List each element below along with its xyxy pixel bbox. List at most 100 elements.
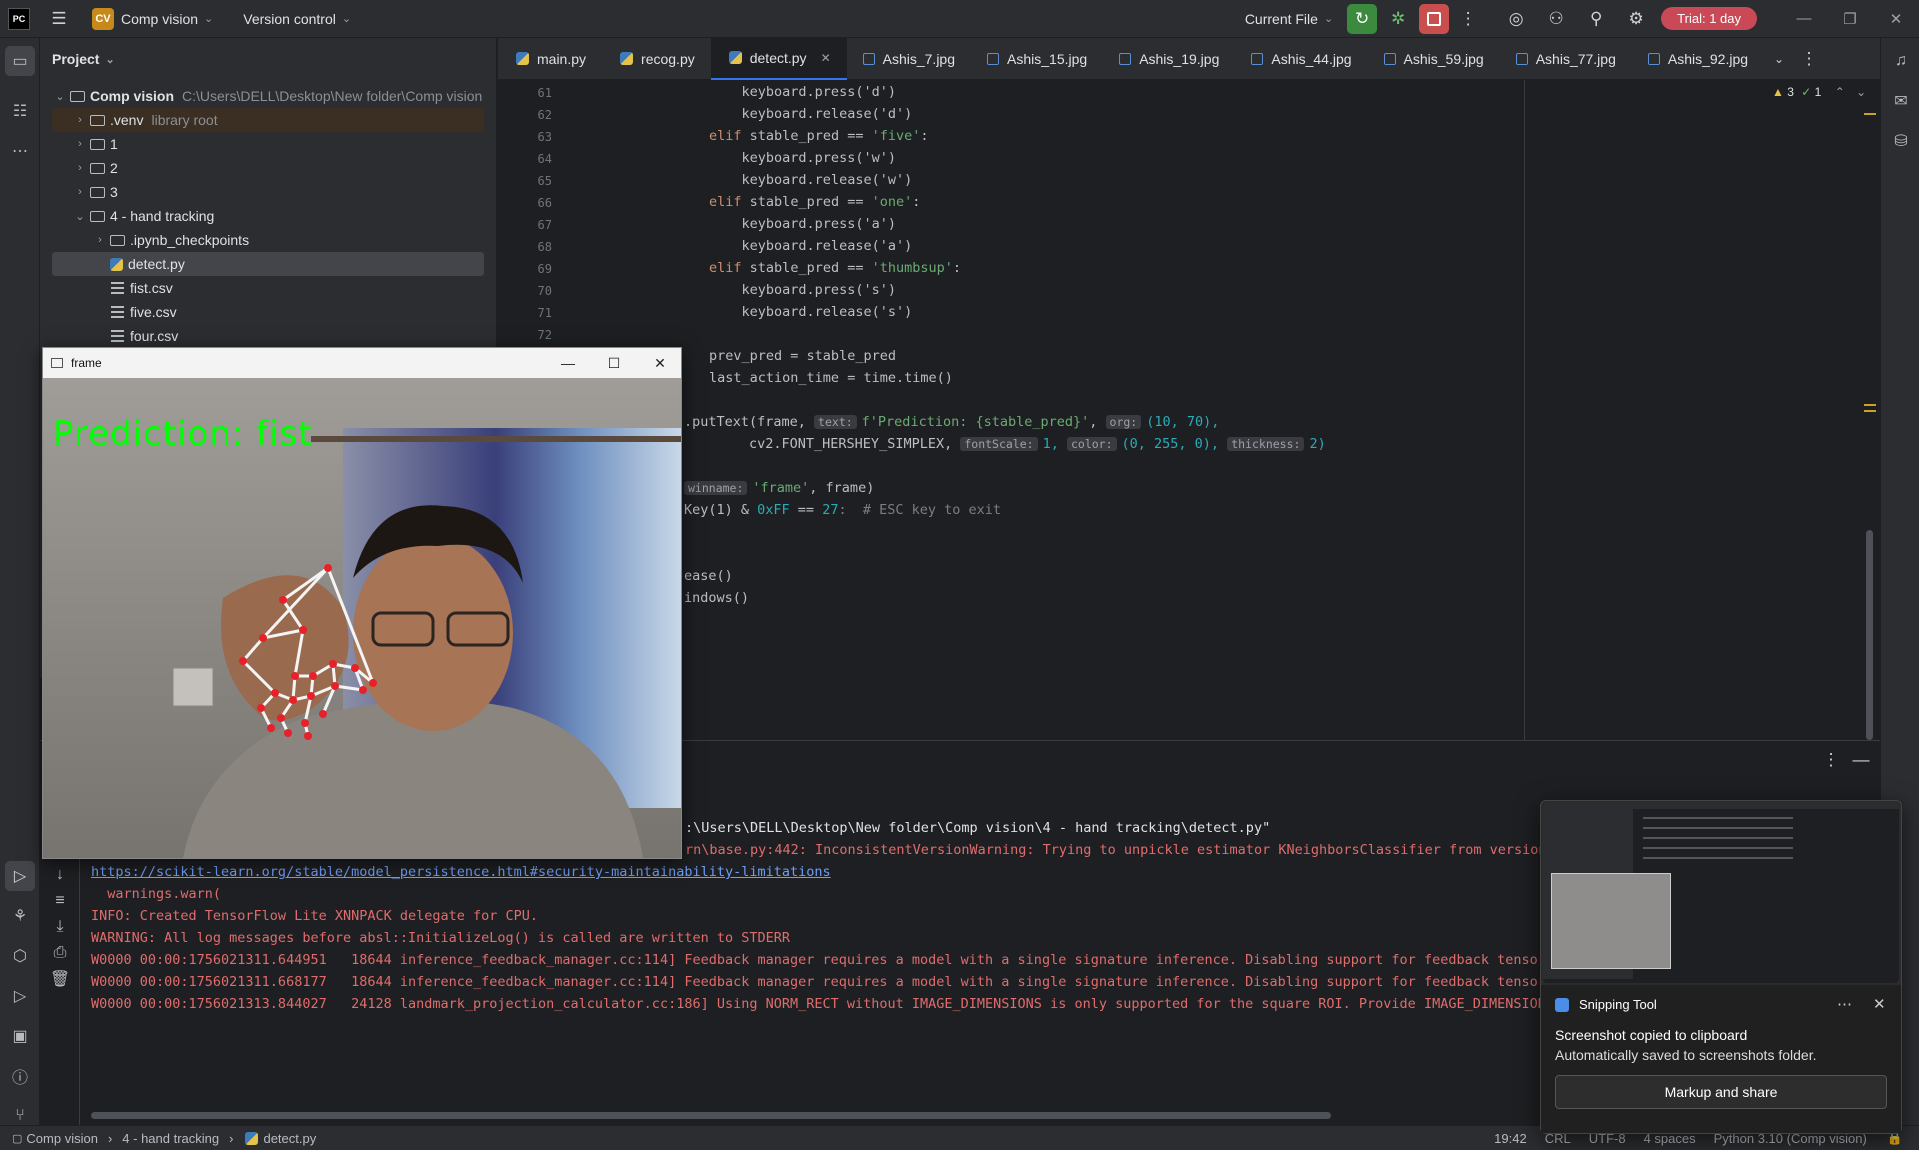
code-with-me-icon[interactable]: ⚇ <box>1541 4 1571 34</box>
tab-main-py[interactable]: main.py <box>498 38 602 80</box>
minimize-icon[interactable]: — <box>545 348 591 378</box>
project-panel-header[interactable]: Project ⌄ <box>40 38 496 80</box>
minimize-icon[interactable]: — <box>1781 0 1827 38</box>
caret-position[interactable]: 19:42 <box>1494 1131 1527 1146</box>
rerun-icon[interactable]: ↻ <box>1347 3 1378 34</box>
database-icon[interactable]: ⛁ <box>1886 126 1916 156</box>
warning-stripe[interactable] <box>1864 113 1876 115</box>
tree-item-folder-3[interactable]: › 3 <box>52 180 484 204</box>
python-console-icon[interactable]: ⚘ <box>5 901 35 931</box>
chevron-up-icon[interactable]: ⌃ <box>1835 85 1845 99</box>
project-panel-title: Project <box>52 51 100 67</box>
services-icon[interactable]: ▷ <box>5 981 35 1011</box>
code-editor[interactable]: 61 62 63 64 65 66 67 68 69 70 71 72 ▲ 3 … <box>498 80 1880 740</box>
console-link[interactable]: https://scikit-learn.org/stable/model_pe… <box>91 864 831 880</box>
screenshot-thumbnail[interactable] <box>1543 803 1899 983</box>
code-line: keyboard.release('w') <box>644 172 913 188</box>
tree-item-hand-tracking[interactable]: ⌄ 4 - hand tracking <box>52 204 484 228</box>
tree-item-four-csv[interactable]: four.csv <box>52 324 484 348</box>
landmark-point <box>291 672 299 680</box>
more-actions-icon[interactable]: ⋮ <box>1453 4 1483 34</box>
console-horizontal-scrollbar[interactable] <box>91 1112 1331 1119</box>
terminal-icon[interactable]: ▣ <box>5 1021 35 1051</box>
maximize-icon[interactable]: ☐ <box>591 348 637 378</box>
close-tab-icon[interactable]: ✕ <box>821 51 831 65</box>
restore-icon[interactable]: ❐ <box>1827 0 1873 38</box>
settings-icon[interactable]: ⚙ <box>1621 4 1651 34</box>
tree-item-checkpoints[interactable]: › .ipynb_checkpoints <box>52 228 484 252</box>
tab-recog-py[interactable]: recog.py <box>602 38 711 80</box>
breadcrumb-separator-icon: › <box>107 1130 113 1146</box>
breadcrumb-item[interactable]: detect.py <box>263 1131 316 1146</box>
vcs-menu[interactable]: Version control ⌄ <box>235 4 359 34</box>
landmark-point <box>319 710 327 718</box>
tree-item-fist-csv[interactable]: fist.csv <box>52 276 484 300</box>
tab-list-chevron-icon[interactable]: ⌄ <box>1764 44 1794 74</box>
tree-item-label: 1 <box>110 136 118 152</box>
more-options-icon[interactable]: ⋮ <box>1816 745 1846 775</box>
snipping-tool-notification[interactable]: Snipping Tool ⋯ ✕ Screenshot copied to c… <box>1540 800 1902 1134</box>
tab-label: Ashis_7.jpg <box>882 50 956 67</box>
project-switcher[interactable]: CV Comp vision ⌄ <box>84 4 221 34</box>
more-tools-icon[interactable]: ⋯ <box>5 136 35 166</box>
main-menu-icon[interactable]: ☰ <box>44 4 74 34</box>
folder-icon <box>90 186 105 198</box>
project-tool-icon[interactable]: ▭ <box>5 46 35 76</box>
breadcrumb-item[interactable]: 4 - hand tracking <box>122 1131 219 1146</box>
ai-assistant-icon[interactable]: ◎ <box>1501 4 1531 34</box>
tab-image[interactable]: Ashis_7.jpg <box>847 38 971 80</box>
frame-window[interactable]: frame — ☐ ✕ Prediction: fist <box>42 347 682 859</box>
warning-stripe[interactable] <box>1864 410 1876 412</box>
tree-item-label: .venv <box>110 112 144 128</box>
run-tool-icon[interactable]: ▷ <box>5 861 35 891</box>
hide-panel-icon[interactable]: — <box>1846 745 1876 775</box>
tab-image[interactable]: Ashis_44.jpg <box>1235 38 1367 80</box>
tab-image[interactable]: Ashis_15.jpg <box>971 38 1103 80</box>
editor-scrollbar[interactable] <box>1866 530 1873 740</box>
chevron-down-icon[interactable]: ⌄ <box>1856 85 1866 99</box>
close-icon[interactable]: ✕ <box>637 348 683 378</box>
tree-item-label: .ipynb_checkpoints <box>130 232 250 248</box>
more-options-icon[interactable]: ⋯ <box>1837 995 1852 1013</box>
code-line: winname:'frame', frame) <box>684 480 874 496</box>
tree-item-folder-2[interactable]: › 2 <box>52 156 484 180</box>
debug-icon[interactable]: ✲ <box>1383 4 1413 34</box>
search-icon[interactable]: ⚲ <box>1581 4 1611 34</box>
image-file-icon <box>1383 52 1396 65</box>
structure-tool-icon[interactable]: ☷ <box>5 96 35 126</box>
tree-item-folder-1[interactable]: › 1 <box>52 132 484 156</box>
ai-chat-icon[interactable]: ✉ <box>1886 86 1916 116</box>
tab-more-icon[interactable]: ⋮ <box>1794 44 1824 74</box>
inspection-widget[interactable]: ▲ 3 ✓ 1 ⌃ ⌄ <box>1772 85 1866 99</box>
landmark-point <box>309 672 317 680</box>
trial-badge[interactable]: Trial: 1 day <box>1661 7 1757 30</box>
tab-image[interactable]: Ashis_92.jpg <box>1632 38 1764 80</box>
warning-stripe[interactable] <box>1864 404 1876 406</box>
ide-window: PC ☰ CV Comp vision ⌄ Version control ⌄ … <box>0 0 1919 1150</box>
project-icon: ▢ <box>12 1132 23 1145</box>
image-file-icon <box>1647 52 1660 65</box>
tree-item-five-csv[interactable]: five.csv <box>52 300 484 324</box>
collapse-arrow-icon: › <box>78 186 82 198</box>
run-config-selector[interactable]: Current File ⌄ <box>1237 4 1341 34</box>
trash-icon[interactable]: 🗑 <box>45 964 75 994</box>
close-icon[interactable]: ✕ <box>1873 0 1919 38</box>
markup-and-share-button[interactable]: Markup and share <box>1555 1075 1887 1109</box>
tree-item-venv[interactable]: › .venv library root <box>52 108 484 132</box>
python-packages-icon[interactable]: ⬡ <box>5 941 35 971</box>
tab-image[interactable]: Ashis_59.jpg <box>1368 38 1500 80</box>
tree-item-detect-py[interactable]: detect.py <box>52 252 484 276</box>
folder-icon <box>70 90 85 102</box>
landmark-connection <box>334 684 364 692</box>
breadcrumb-item[interactable]: Comp vision <box>26 1131 98 1146</box>
close-icon[interactable]: ✕ <box>1873 995 1886 1013</box>
code-line: cv2.FONT_HERSHEY_SIMPLEX, fontScale: 1, c… <box>684 436 1326 452</box>
tab-detect-py[interactable]: detect.py ✕ <box>710 37 847 80</box>
tree-root[interactable]: ⌄ Comp vision C:\Users\DELL\Desktop\New … <box>52 84 484 108</box>
tab-image[interactable]: Ashis_77.jpg <box>1500 38 1632 80</box>
stop-icon[interactable] <box>1419 3 1450 34</box>
line-number: 67 <box>537 218 552 232</box>
problems-icon[interactable]: ⓘ <box>5 1061 35 1091</box>
tab-image[interactable]: Ashis_19.jpg <box>1103 38 1235 80</box>
notifications-icon[interactable]: ♫ <box>1886 46 1916 76</box>
